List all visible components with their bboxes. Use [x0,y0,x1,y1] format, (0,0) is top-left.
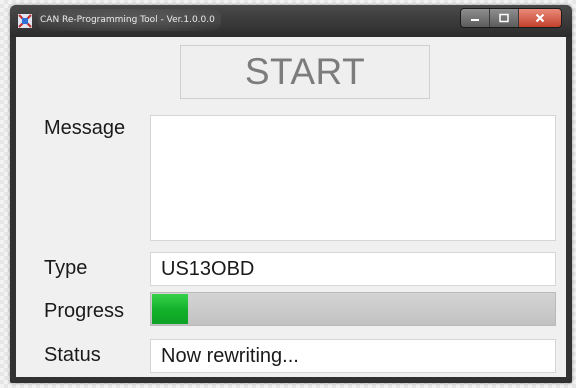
app-window: CAN Re-Programming Tool - Ver.1.0.0.0 ST… [10,5,572,383]
progress-bar [150,292,556,326]
app-icon [18,14,32,28]
type-label: Type [44,257,88,279]
status-field: Now rewriting... [150,339,556,373]
minimize-icon [471,19,479,21]
client-area: START Message Type US13OBD Progress Stat… [16,37,566,377]
caption-buttons [460,8,562,28]
message-box[interactable] [150,115,556,241]
close-button[interactable] [519,9,561,27]
status-value: Now rewriting... [161,345,299,367]
close-icon [535,13,545,23]
minimize-button[interactable] [461,9,490,27]
title-bar[interactable]: CAN Re-Programming Tool - Ver.1.0.0.0 [10,5,572,37]
progress-label: Progress [44,300,125,322]
window-title: CAN Re-Programming Tool - Ver.1.0.0.0 [38,9,221,31]
message-label: Message [44,117,126,139]
progress-bar-fill [152,294,189,324]
maximize-icon [499,13,509,23]
maximize-button[interactable] [490,9,519,27]
type-field: US13OBD [150,252,556,286]
start-button[interactable]: START [180,45,430,99]
type-value: US13OBD [161,258,255,280]
status-label: Status [44,344,101,366]
